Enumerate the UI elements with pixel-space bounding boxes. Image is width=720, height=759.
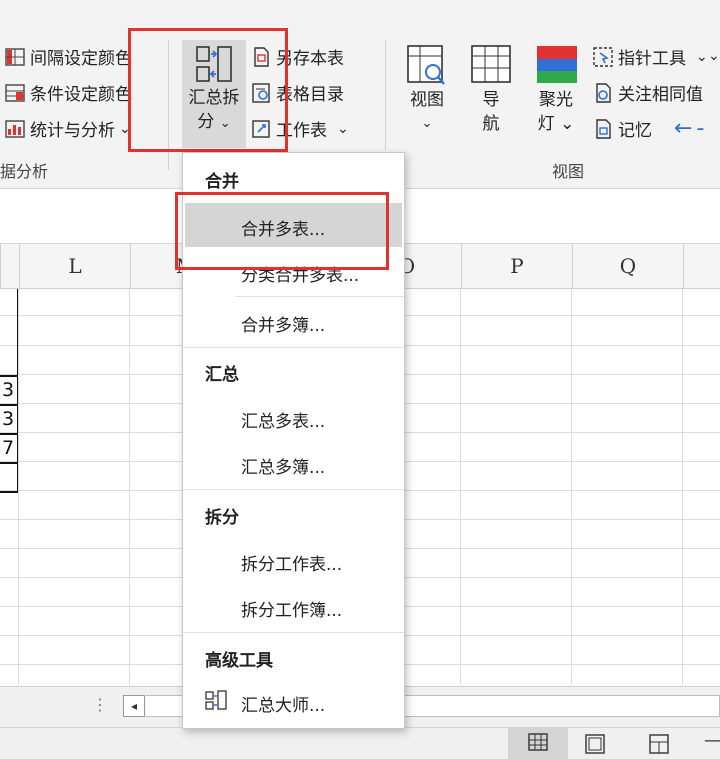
spotlight-icon	[530, 44, 582, 88]
page-layout-icon	[584, 734, 606, 758]
spotlight-button[interactable]: 聚光 灯 ⌄	[530, 44, 582, 136]
menu-section-merge: 合并	[205, 172, 239, 192]
dash-icon: -	[696, 116, 705, 141]
cell-value[interactable]: 3	[2, 379, 14, 401]
status-bar: —	[0, 727, 720, 759]
cell-border	[0, 433, 18, 435]
view-label: 视图	[410, 90, 444, 110]
view-group-label: 视图	[552, 162, 585, 181]
menu-item-split-worksheet[interactable]: 拆分工作表...	[241, 550, 342, 575]
interval-color-label: 间隔设定颜色	[30, 49, 132, 69]
navigation-icon	[466, 44, 516, 88]
chevron-down-icon: ⌄	[696, 48, 708, 65]
menu-item-summarize-sheets[interactable]: 汇总多表...	[241, 407, 325, 432]
column-header-p[interactable]: P	[461, 244, 572, 288]
menu-item-summary-master[interactable]: 汇总大师...	[241, 691, 325, 716]
interval-color-button[interactable]: 间隔设定颜色	[4, 44, 132, 69]
menu-section-summary: 汇总	[205, 365, 239, 385]
menu-separator	[183, 632, 404, 633]
chevron-down-icon: ⌄	[421, 116, 433, 131]
page-break-icon	[648, 734, 670, 758]
group-divider	[385, 40, 386, 150]
memory-icon	[592, 118, 614, 140]
navigation-button[interactable]: 导 航	[466, 44, 516, 136]
data-analysis-group-label: 据分析	[0, 162, 49, 181]
column-header-k[interactable]	[0, 244, 19, 288]
column-header-r[interactable]	[683, 244, 720, 288]
memory-button[interactable]: 记忆 ← -	[592, 116, 704, 141]
page-layout-button[interactable]	[584, 734, 606, 758]
spotlight-label-1: 聚光	[539, 90, 573, 110]
summary-split-highlight	[128, 28, 288, 152]
pointer-tool-button[interactable]: 指针工具 ⌄	[592, 44, 708, 69]
scroll-left-button[interactable]: ◂	[123, 695, 145, 717]
column-line	[571, 289, 572, 685]
menu-section-advanced-tools: 高级工具	[205, 651, 273, 671]
cell-value[interactable]: 7	[2, 437, 14, 459]
page-break-button[interactable]	[648, 734, 670, 758]
cell-value[interactable]: 3	[2, 408, 14, 430]
column-line	[682, 289, 683, 685]
menu-item-merge-workbooks[interactable]: 合并多簿...	[241, 311, 325, 336]
more-options-icon[interactable]: ⋮	[92, 695, 108, 714]
cell-border	[0, 491, 18, 493]
cell-border	[0, 462, 18, 464]
arrow-left-icon[interactable]: ←	[674, 116, 692, 141]
column-line	[18, 289, 19, 685]
menu-item-summarize-workbooks[interactable]: 汇总多簿...	[241, 453, 325, 478]
navigation-label-2: 航	[482, 114, 500, 134]
condition-color-button[interactable]: 条件设定颜色	[4, 80, 132, 105]
column-header-q[interactable]: Q	[572, 244, 683, 288]
column-line	[460, 289, 461, 685]
cell-border	[0, 404, 18, 406]
view-button[interactable]: 视图 ⌄	[402, 44, 452, 136]
same-value-icon	[592, 82, 614, 104]
normal-view-button[interactable]	[508, 728, 568, 759]
statistics-button[interactable]: 统计与分析 ⌄	[4, 116, 131, 141]
condition-color-icon	[4, 82, 26, 104]
menu-section-split: 拆分	[205, 508, 239, 528]
statistics-icon	[4, 118, 26, 140]
view-icon	[402, 44, 452, 88]
merge-sheets-highlight	[175, 192, 389, 270]
column-header-l[interactable]: L	[19, 244, 130, 288]
navigation-label-1: 导	[482, 90, 500, 110]
menu-item-split-workbook[interactable]: 拆分工作簿...	[241, 596, 342, 621]
same-value-button[interactable]: 关注相同值	[592, 80, 703, 105]
zoom-out-button[interactable]: —	[704, 730, 720, 751]
menu-separator	[235, 296, 404, 297]
pointer-tool-icon	[592, 46, 614, 68]
summary-master-icon	[205, 689, 227, 715]
menu-separator	[183, 489, 404, 490]
pointer-tool-label: 指针工具	[618, 49, 686, 69]
menu-separator	[183, 347, 404, 348]
chevron-down-icon[interactable]: ⌄	[708, 48, 720, 64]
same-value-label: 关注相同值	[618, 85, 703, 105]
statistics-label: 统计与分析	[30, 121, 115, 141]
spotlight-label-2: 灯 ⌄	[537, 114, 575, 134]
column-line	[129, 289, 130, 685]
chevron-down-icon: ⌄	[337, 120, 349, 137]
memory-label: 记忆	[618, 121, 652, 141]
chevron-left-icon: ◂	[130, 699, 138, 713]
interval-color-icon	[4, 46, 26, 68]
cell-border	[0, 375, 18, 377]
grid-view-icon	[528, 732, 548, 755]
condition-color-label: 条件设定颜色	[30, 85, 132, 105]
